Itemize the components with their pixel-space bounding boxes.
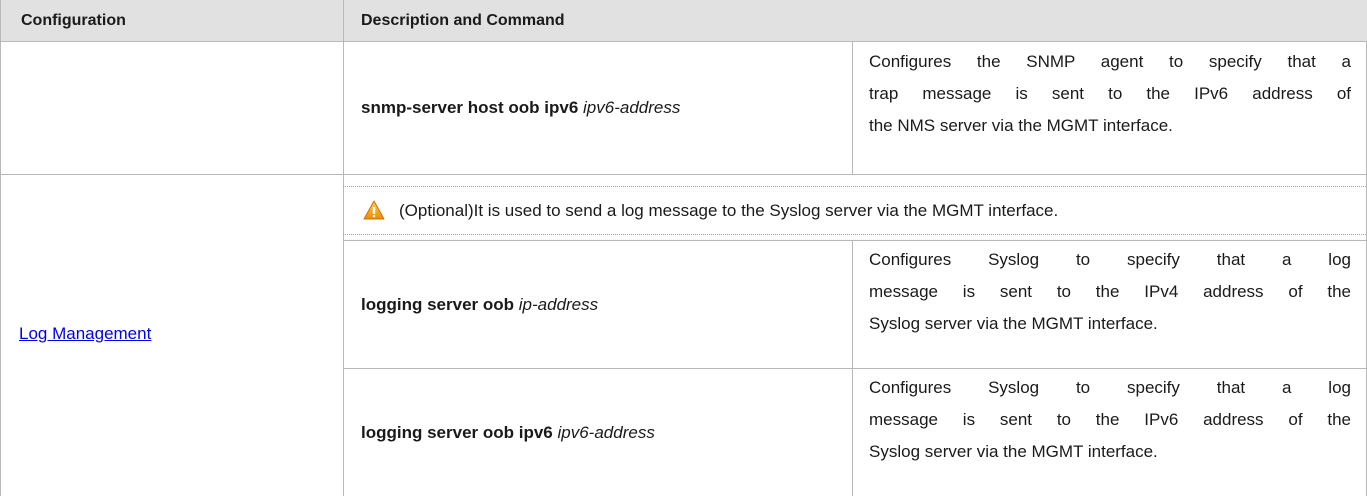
description-snmp-ipv6: Configures the SNMP agent to specify tha… <box>869 46 1351 142</box>
command-argument: ipv6-address <box>583 98 681 117</box>
cell-divider-row1 <box>852 42 853 174</box>
description-line: the NMS server via the MGMT interface. <box>869 116 1173 135</box>
description-logging-ipv6: Configures Syslog to specify that a log … <box>869 372 1351 468</box>
row-divider-log <box>343 368 1367 369</box>
description-line: Configures Syslog to specify that a log <box>869 378 1351 397</box>
description-line: Syslog server via the MGMT interface. <box>869 314 1158 333</box>
warning-icon <box>363 200 385 220</box>
optional-note: (Optional)It is used to send a log messa… <box>399 201 1059 220</box>
header-configuration: Configuration <box>21 12 126 29</box>
note-top-rule <box>343 186 1366 187</box>
description-line: message is sent to the IPv4 address of t… <box>869 282 1351 301</box>
command-keyword: logging server oob <box>361 295 515 314</box>
command-logging-server-oob: logging server oob ip-address <box>361 293 598 317</box>
description-line: trap message is sent to the IPv6 address… <box>869 84 1351 103</box>
description-line: Configures Syslog to specify that a log <box>869 250 1351 269</box>
row-divider-note <box>343 240 1367 241</box>
row-divider-1 <box>1 174 1367 175</box>
description-logging-ipv4: Configures Syslog to specify that a log … <box>869 244 1351 340</box>
command-argument: ip-address <box>518 295 599 314</box>
table-header: Configuration Description and Command <box>1 0 1367 42</box>
command-snmp-server-host-oob-ipv6: snmp-server host oob ipv6 ipv6-address <box>361 96 680 120</box>
description-line: Configures the SNMP agent to specify tha… <box>869 52 1351 71</box>
command-argument: ipv6-address <box>557 423 655 442</box>
header-description-command: Description and Command <box>361 12 565 29</box>
column-divider <box>343 0 344 496</box>
note-bottom-rule <box>343 234 1366 235</box>
command-keyword: snmp-server host oob ipv6 <box>361 98 579 117</box>
command-logging-server-oob-ipv6: logging server oob ipv6 ipv6-address <box>361 421 655 445</box>
log-management-link[interactable]: Log Management <box>19 322 151 346</box>
description-line: Syslog server via the MGMT interface. <box>869 442 1158 461</box>
config-table: Configuration Description and Command sn… <box>0 0 1367 496</box>
command-keyword: logging server oob ipv6 <box>361 423 553 442</box>
description-line: message is sent to the IPv6 address of t… <box>869 410 1351 429</box>
